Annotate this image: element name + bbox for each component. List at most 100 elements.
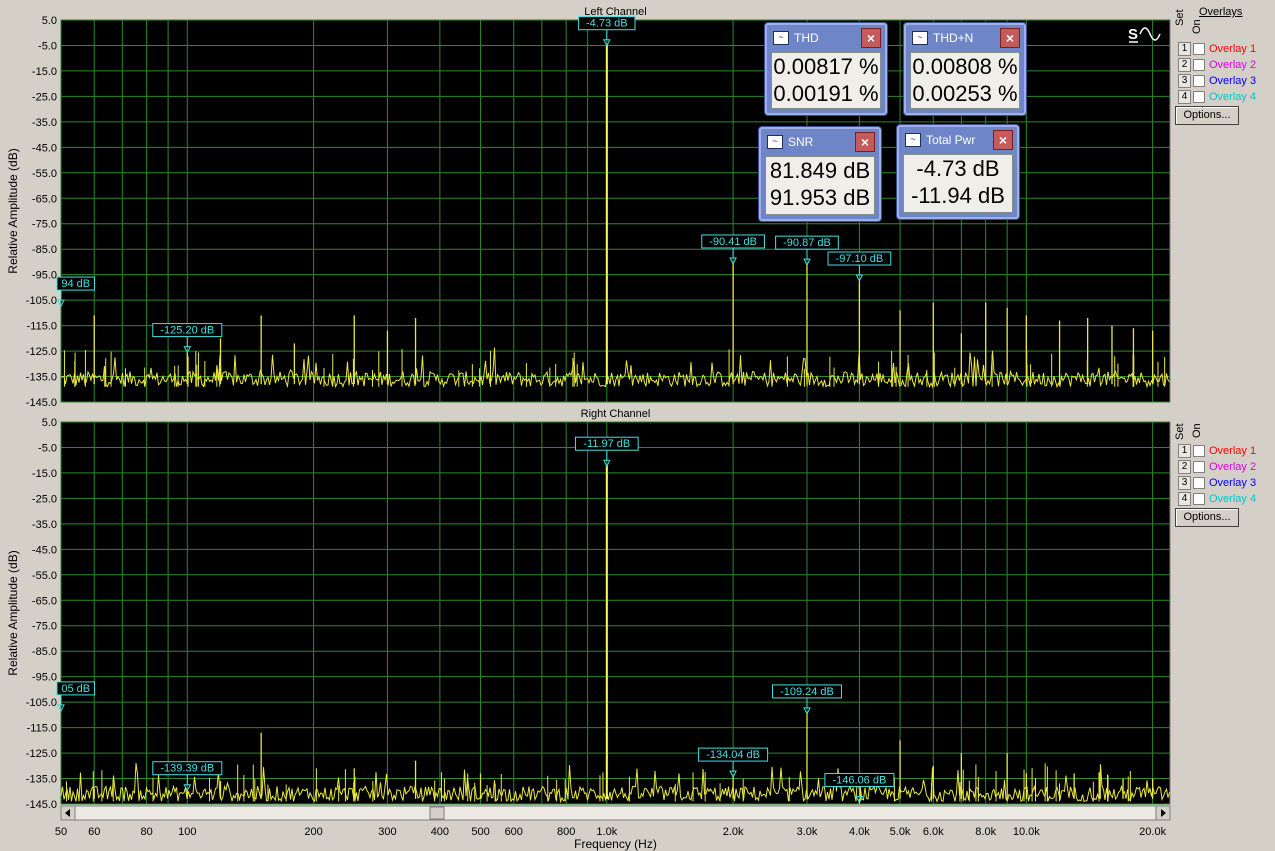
overlay-row-3[interactable]: 3 Overlay 3 [1178,73,1256,88]
plot-right-channel: Right Channel 5.0 -5.0 -15.0 -25.0 -35.0 -45.0… [6,408,1171,811]
meter-value-left: -4.73 dB [916,156,1000,181]
y-tick-label: -85.0 [32,244,57,256]
y-tick-label: -95.0 [32,672,57,684]
y-tick-label: -15.0 [32,66,57,78]
y-tick-label: -75.0 [32,621,57,633]
x-axis-label: Frequency (Hz) [574,837,657,851]
overlay-checkbox[interactable] [1193,90,1205,103]
options-button[interactable]: Options... [1175,106,1239,125]
thd-meter[interactable]: ~ THD × 0.00817 % 0.00191 % [764,22,888,116]
overlay-panel-right: Set On 1 Overlay 1 2 Overlay 2 3 Overlay 3 … [1174,404,1275,534]
x-tick-label: 5.0k [890,826,911,838]
marker-label: -97.10 dB [836,253,884,265]
overlay-set-button[interactable]: 1 [1178,41,1191,56]
on-label: On [1191,19,1203,34]
overlay-checkbox[interactable] [1193,42,1205,55]
meter-value-right: -11.94 dB [911,183,1005,208]
chart-title: Right Channel [581,408,651,420]
marker-label: -146.06 dB [832,774,886,786]
marker-label: -90.41 dB [709,236,757,248]
plot-area [60,421,1171,805]
overlay-label: Overlay 1 [1209,444,1257,457]
y-axis-label: Relative Amplitude (dB) [6,148,20,273]
meter-value-right: 0.00191 % [773,81,879,106]
y-tick-label: -135.0 [26,372,57,384]
y-tick-label: -145.0 [26,397,57,409]
x-tick-label: 400 [431,826,449,838]
overlay-set-button[interactable]: 2 [1178,57,1191,72]
overlay-row-4[interactable]: 4 Overlay 4 [1178,491,1256,506]
overlay-set-button[interactable]: 2 [1178,459,1191,474]
meter-readout: 81.849 dB 91.953 dB [765,156,875,215]
marker-label: -4.73 dB [586,18,628,30]
meter-icon: ~ [912,31,928,45]
close-icon[interactable]: × [861,28,881,48]
x-tick-label: 600 [505,826,523,838]
x-tick-label: 6.0k [923,826,944,838]
meter-value-left: 0.00817 % [773,54,879,79]
overlay-checkbox[interactable] [1193,58,1205,71]
meter-title: THD [794,31,819,45]
y-tick-label: -105.0 [26,697,57,709]
snr-meter[interactable]: ~ SNR × 81.849 dB 91.953 dB [758,126,882,222]
y-tick-label: -125.0 [26,748,57,760]
y-tick-label: 5.0 [42,15,57,27]
overlay-label: Overlay 1 [1209,42,1257,55]
overlay-checkbox[interactable] [1193,476,1205,489]
overlay-set-button[interactable]: 3 [1178,475,1191,490]
total-power-meter[interactable]: ~ Total Pwr × -4.73 dB -11.94 dB [896,124,1020,220]
y-tick-label: -135.0 [26,774,57,786]
x-tick-label: 4.0k [849,826,870,838]
overlay-label: Overlay 4 [1209,90,1257,103]
svg-text:S: S [1128,26,1138,43]
overlay-row-1[interactable]: 1 Overlay 1 [1178,443,1256,458]
overlay-set-button[interactable]: 1 [1178,443,1191,458]
meter-value-right: 91.953 dB [769,185,871,210]
y-tick-label: -5.0 [38,40,57,52]
overlay-row-4[interactable]: 4 Overlay 4 [1178,89,1256,104]
meter-title: THD+N [933,31,974,45]
spectrum-chart: Left Channel 5.0 -5.0 -15.0 -25.0 -35.0 -45.0 -… [6,6,1171,851]
overlay-checkbox[interactable] [1193,74,1205,87]
overlay-row-2[interactable]: 2 Overlay 2 [1178,459,1256,474]
x-tick-label: 8.0k [975,826,996,838]
close-icon[interactable]: × [993,130,1013,150]
y-tick-label: -85.0 [32,646,57,658]
overlays-title[interactable]: Overlays [1199,6,1242,18]
options-button[interactable]: Options... [1175,508,1239,527]
overlay-checkbox[interactable] [1193,460,1205,473]
generator-icon[interactable]: S [1126,22,1166,46]
y-tick-label: -65.0 [32,595,57,607]
meter-value-right: 0.00253 % [912,81,1018,106]
meter-title: SNR [788,135,814,149]
overlay-label: Overlay 2 [1209,460,1257,473]
y-tick-label: -115.0 [27,723,57,735]
marker-label: -134.04 dB [706,749,760,761]
meter-value-left: 0.00808 % [912,54,1018,79]
chart-title: Left Channel [584,6,646,18]
set-label: Set [1174,9,1186,26]
overlay-set-button[interactable]: 3 [1178,73,1191,88]
x-tick-label: 3.0k [797,826,818,838]
overlay-row-3[interactable]: 3 Overlay 3 [1178,475,1256,490]
overlay-set-button[interactable]: 4 [1178,89,1191,104]
y-tick-label: -35.0 [32,117,57,129]
overlay-row-2[interactable]: 2 Overlay 2 [1178,57,1256,72]
marker-label: -125.20 dB [160,325,214,337]
overlay-row-1[interactable]: 1 Overlay 1 [1178,41,1256,56]
overlay-checkbox[interactable] [1193,492,1205,505]
y-tick-label: 5.0 [42,417,57,429]
overlay-label: Overlay 3 [1209,74,1257,87]
overlay-set-button[interactable]: 4 [1178,491,1191,506]
y-tick-label: -25.0 [32,493,57,505]
meter-readout: 0.00817 % 0.00191 % [771,52,881,109]
thdn-meter[interactable]: ~ THD+N × 0.00808 % 0.00253 % [903,22,1027,116]
y-tick-label: -145.0 [26,799,57,811]
set-label: Set [1174,423,1186,440]
close-icon[interactable]: × [1000,28,1020,48]
y-tick-label: -45.0 [32,142,57,154]
close-icon[interactable]: × [855,132,875,152]
marker-label: -109.24 dB [780,686,834,698]
overlay-checkbox[interactable] [1193,444,1205,457]
meter-icon: ~ [905,133,921,147]
